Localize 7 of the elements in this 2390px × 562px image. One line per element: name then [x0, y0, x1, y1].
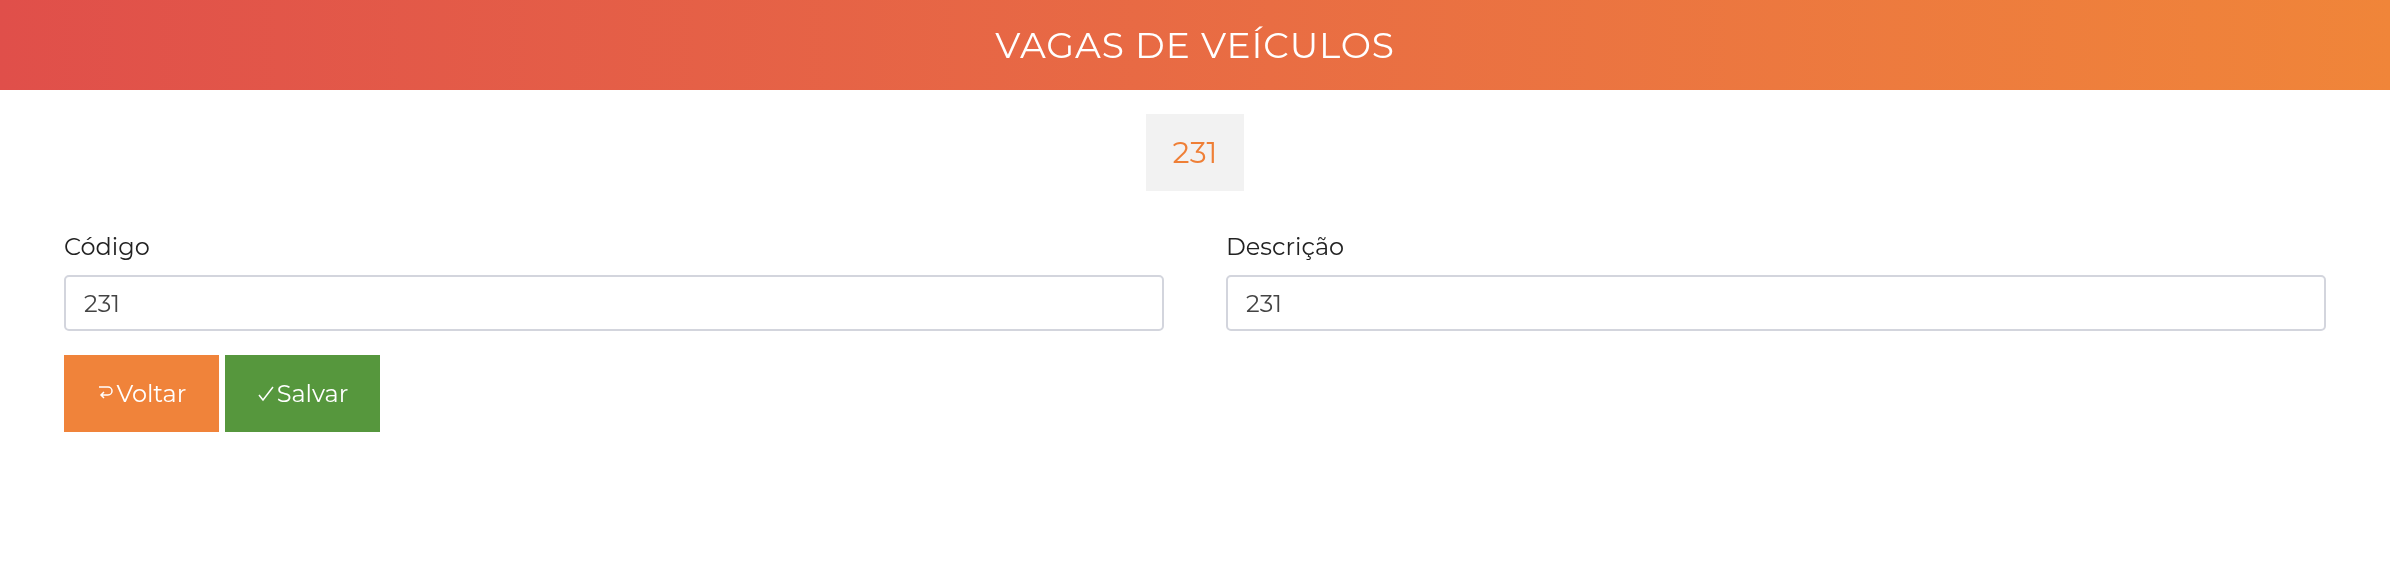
- input-field[interactable]: 231: [64, 275, 1164, 331]
- field-label: Código: [64, 231, 150, 263]
- code-badge: 231: [1146, 114, 1244, 191]
- input-field[interactable]: 231: [1226, 275, 2326, 331]
- field-label: Descrição: [1226, 231, 1345, 263]
- page-title: VAGAS DE VEÍCULOS: [995, 22, 1395, 69]
- save-button[interactable]: Salvar: [225, 355, 380, 432]
